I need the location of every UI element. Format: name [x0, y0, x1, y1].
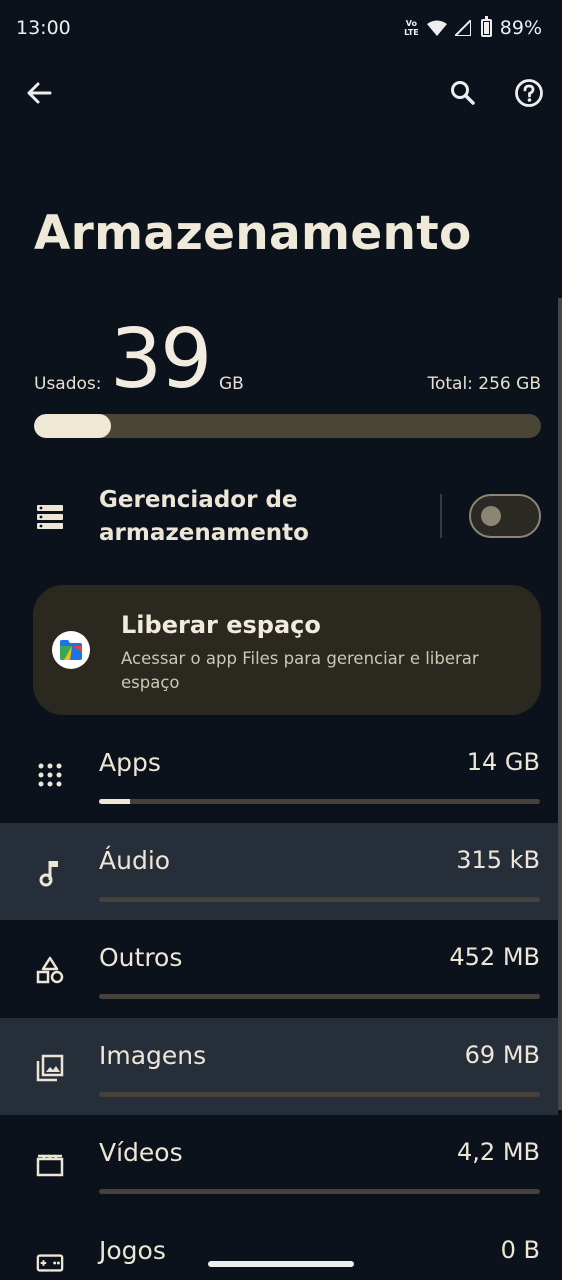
category-size: 452 MB: [449, 943, 540, 971]
category-size: 0 B: [500, 1235, 540, 1264]
shapes-icon: [36, 956, 64, 984]
help-button[interactable]: [505, 69, 553, 117]
category-item-games[interactable]: Jogos 0 B: [0, 1213, 558, 1280]
category-size: 69 MB: [464, 1040, 540, 1069]
category-label: Imagens: [99, 1040, 207, 1070]
music-note-icon: [36, 859, 64, 887]
category-label: Vídeos: [99, 1138, 183, 1167]
storage-usage-summary: Usados: 39 GB Total: 256 GB: [34, 318, 541, 402]
category-size: 315 kB: [456, 845, 540, 874]
image-icon: [36, 1054, 64, 1082]
category-size: 4,2 MB: [457, 1138, 540, 1166]
category-item-audio[interactable]: Áudio 315 kB: [0, 822, 558, 920]
status-time: 13:00: [16, 17, 71, 39]
storage-manager-label: Gerenciador de armazenamento: [99, 487, 309, 546]
category-item-videos[interactable]: Vídeos 4,2 MB: [0, 1115, 558, 1213]
category-label: Outros: [99, 943, 183, 972]
arrow-left-icon: [27, 82, 52, 104]
used-unit: GB: [219, 374, 244, 394]
category-label: Apps: [99, 748, 161, 777]
category-bar: [99, 1091, 540, 1097]
toggle-knob: [481, 506, 501, 526]
free-space-title: Liberar espaço: [121, 611, 321, 639]
battery-percent: 89%: [499, 17, 542, 39]
gesture-nav-handle[interactable]: [208, 1261, 354, 1267]
battery-icon: [480, 16, 492, 37]
status-bar: 13:00 Vo LTE 89%: [0, 0, 562, 56]
page-title: Armazenamento: [34, 206, 472, 261]
storage-usage-bar: [34, 414, 541, 438]
storage-manager-toggle[interactable]: [469, 494, 541, 538]
category-bar: [99, 1189, 540, 1194]
video-icon: [36, 1151, 64, 1179]
free-space-description: Acessar o app Files para gerenciar e lib…: [121, 649, 479, 692]
gamepad-icon: [36, 1249, 64, 1277]
scrollbar[interactable]: [558, 298, 562, 1110]
storage-manager-row[interactable]: Gerenciador de armazenamento: [0, 476, 562, 562]
storage-usage-bar-fill: [34, 414, 112, 438]
search-button[interactable]: [439, 69, 487, 117]
category-item-others[interactable]: Outros 452 MB: [0, 920, 558, 1018]
category-bar: [99, 994, 540, 999]
wifi-icon: [426, 20, 447, 36]
category-item-images[interactable]: Imagens 69 MB: [0, 1017, 558, 1115]
free-up-space-card[interactable]: Liberar espaço Acessar o app Files para …: [33, 585, 541, 715]
help-circle-icon: [515, 79, 543, 107]
app-bar: [0, 64, 562, 124]
search-icon: [451, 81, 475, 105]
total-label: Total: 256 GB: [427, 374, 541, 394]
category-item-apps[interactable]: Apps 14 GB: [0, 725, 558, 823]
apps-grid-icon: [36, 761, 64, 789]
volte-icon: Vo LTE: [404, 19, 419, 37]
category-bar: [99, 896, 540, 902]
storage-list-icon: [37, 505, 63, 529]
category-size: 14 GB: [466, 748, 540, 776]
status-icons: Vo LTE 89%: [404, 16, 542, 39]
back-button[interactable]: [15, 69, 63, 117]
category-list: Apps 14 GB Áudio 315 kB Outros 452 MB Im…: [0, 725, 558, 1280]
used-label: Usados:: [34, 374, 102, 394]
category-label: Áudio: [99, 845, 171, 875]
category-bar: [99, 799, 540, 804]
used-value: 39: [110, 312, 212, 407]
category-label: Jogos: [99, 1235, 166, 1265]
signal-icon: [454, 20, 471, 36]
files-app-icon: [52, 631, 90, 669]
divider: [440, 494, 442, 538]
